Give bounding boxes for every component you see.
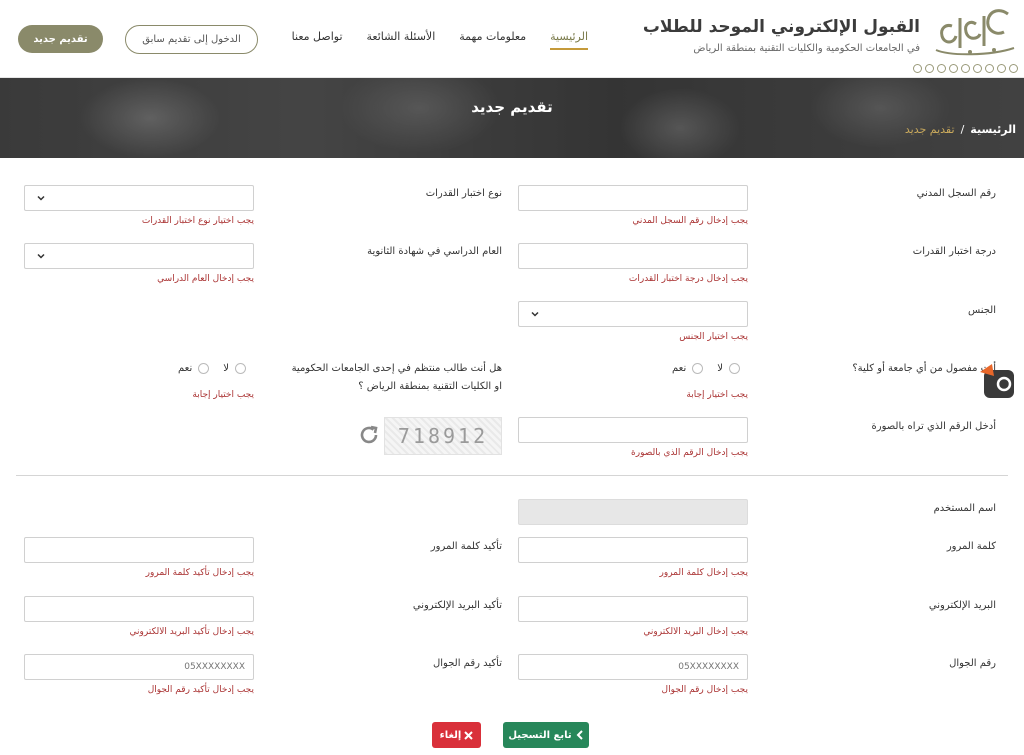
enrolled-yes-label: نعم [178,363,193,374]
dismissed-question-label: أنت مفصول من أي جامعة أو كلية؟ [852,363,996,374]
enrolled-question-line2: او الكليات التقنية بمنطقة الرياض ؟ [358,381,502,392]
username-input [518,499,748,525]
mobile-confirm-error: يجب إدخال تأكيد رقم الجوال [147,685,254,695]
partner-logos [913,64,1018,73]
dismissed-yes-label: نعم [672,363,687,374]
floating-widget-icon[interactable] [978,362,1018,402]
aptitude-score-input[interactable] [518,243,748,269]
mobile-error: يجب إدخال رقم الجوال [661,685,748,695]
nav-item-important-info[interactable]: معلومات مهمة [459,30,526,50]
dismissed-no-label: لا [717,363,723,374]
enrolled-error: يجب اختيار إجابة [192,390,254,400]
enrolled-yes-radio[interactable] [198,363,210,374]
captcha-image: 718912 [384,417,502,455]
page-title: تقديم جديد [471,98,553,116]
breadcrumb-current: تقديم جديد [904,123,955,136]
enrolled-no-label: لا [223,363,229,374]
dismissed-radio-group: لا نعم [672,363,740,374]
captcha-label: أدخل الرقم الذي تراه بالصورة [871,421,996,432]
partner-logo-icon [1009,64,1018,73]
mobile-label: رقم الجوال [949,658,996,669]
dismissed-no-radio[interactable] [729,363,740,374]
mobile-confirm-input[interactable] [24,654,254,680]
captcha-input[interactable] [518,417,748,443]
nav-item-contact[interactable]: تواصل معنا [292,30,343,50]
close-icon [464,730,474,740]
aptitude-type-error: يجب اختيار نوع اختبار القدرات [141,216,254,226]
email-confirm-input[interactable] [24,596,254,622]
chevron-down-icon [37,253,45,259]
enrolled-radio-group: لا نعم [178,363,246,374]
password-confirm-input[interactable] [24,537,254,563]
chevron-down-icon [37,195,45,201]
email-input[interactable] [518,596,748,622]
password-input[interactable] [518,537,748,563]
national-id-error: يجب إدخال رقم السجل المدني [632,216,748,226]
aptitude-score-error: يجب إدخال درجة اختبار القدرات [628,274,748,284]
chevron-left-icon [576,730,583,740]
study-year-label: العام الدراسي في شهادة الثانوية [367,246,502,257]
nav-item-home[interactable]: الرئيسية [550,30,588,50]
gender-label: الجنس [967,305,996,316]
cancel-button[interactable]: إلغاء [432,722,481,748]
partner-logo-icon [961,64,970,73]
email-error: يجب إدخال البريد الالكتروني [643,627,748,637]
password-label: كلمة المرور [946,541,996,552]
email-confirm-error: يجب إدخال تأكيد البريد الالكتروني [129,627,254,637]
national-id-label: رقم السجل المدني [916,188,996,199]
continue-label: تابع التسجيل [508,729,572,741]
partner-logo-icon [913,64,922,73]
site-title: القبول الإلكتروني الموحد للطلاب [642,17,920,37]
main-nav: الرئيسية معلومات مهمة الأسئلة الشائعة تو… [292,30,588,50]
username-label: اسم المستخدم [933,503,996,514]
login-previous-application-button[interactable]: الدخول إلى تقديم سابق [125,25,258,54]
partner-logo-icon [925,64,934,73]
chevron-down-icon [531,311,539,317]
aptitude-score-label: درجة اختبار القدرات [912,246,996,257]
national-id-input[interactable] [518,185,748,211]
password-confirm-error: يجب إدخال تأكيد كلمة المرور [145,568,254,578]
aptitude-type-select[interactable] [24,185,254,211]
password-error: يجب إدخال كلمة المرور [659,568,748,578]
enrolled-question-line1: هل أنت طالب منتظم في إحدى الجامعات الحكو… [291,363,502,374]
site-header: القبول الإلكتروني الموحد للطلاب في الجام… [0,0,1024,78]
study-year-error: يجب إدخال العام الدراسي [157,274,254,284]
mobile-input[interactable] [518,654,748,680]
page-banner: تقديم جديد الرئيسية / تقديم جديد [0,78,1024,158]
breadcrumb-home[interactable]: الرئيسية [970,123,1016,136]
email-confirm-label: تأكيد البريد الإلكتروني [412,600,502,611]
partner-logo-icon [973,64,982,73]
mobile-confirm-label: تأكيد رقم الجوال [433,658,502,669]
gender-select[interactable] [518,301,748,327]
partner-logo-icon [985,64,994,73]
partner-logo-icon [997,64,1006,73]
banner-overlay [0,78,1024,158]
email-label: البريد الإلكتروني [928,600,996,611]
partner-logo-icon [937,64,946,73]
cancel-label: إلغاء [439,729,462,741]
site-subtitle: في الجامعات الحكومية والكليات التقنية بم… [693,43,920,54]
breadcrumb: الرئيسية / تقديم جديد [905,123,1016,136]
dismissed-error: يجب اختيار إجابة [686,390,748,400]
aptitude-type-label: نوع اختبار القدرات [425,188,502,199]
password-confirm-label: تأكيد كلمة المرور [430,541,502,552]
study-year-select[interactable] [24,243,254,269]
refresh-captcha-icon[interactable] [357,423,381,447]
nav-item-faq[interactable]: الأسئلة الشائعة [367,30,436,50]
partner-logo-icon [949,64,958,73]
gender-error: يجب اختيار الجنس [679,332,748,342]
captcha-error: يجب إدخال الرقم الذي بالصورة [631,448,748,458]
new-application-button[interactable]: تقديم جديد [18,25,103,53]
site-logo[interactable] [930,6,1018,60]
breadcrumb-separator: / [960,123,965,136]
dismissed-yes-radio[interactable] [692,363,704,374]
section-divider [16,475,1008,476]
enrolled-no-radio[interactable] [235,363,246,374]
continue-registration-button[interactable]: تابع التسجيل [503,722,589,748]
